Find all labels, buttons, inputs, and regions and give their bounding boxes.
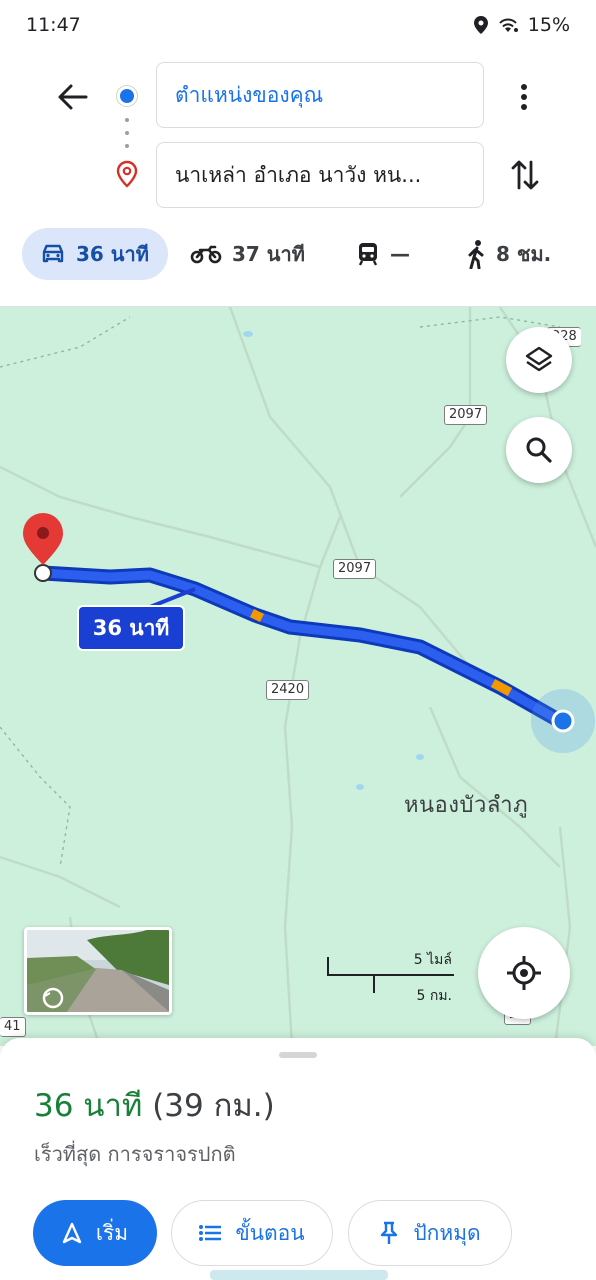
sheet-bottom-edge bbox=[210, 1270, 388, 1280]
map-scale: 5 ไมล์ 5 กม. bbox=[326, 947, 456, 1004]
road-shield: 2420 bbox=[266, 680, 310, 700]
battery-level: 15% bbox=[527, 14, 570, 36]
status-bar: 11:47 15% bbox=[0, 0, 596, 52]
car-icon bbox=[42, 244, 64, 263]
travel-mode-tabs: 36 นาที 37 นาที — 8 ชม. bbox=[0, 222, 596, 286]
walk-icon bbox=[468, 240, 484, 269]
my-location-icon bbox=[507, 956, 541, 990]
road-shield: 2097 bbox=[444, 405, 488, 425]
route-duration-callout[interactable]: 36 นาที bbox=[77, 605, 185, 651]
road-shield: 2097 bbox=[333, 559, 377, 579]
train-icon bbox=[358, 243, 378, 266]
destination-marker-icon bbox=[23, 513, 63, 565]
place-name-label: หนองบัวลำภู bbox=[404, 793, 529, 818]
swap-route-button[interactable] bbox=[502, 152, 548, 198]
destination-field[interactable]: นาเหล่า อำเภอ นาวัง หน... bbox=[156, 142, 484, 208]
route-description: เร็วที่สุด การจราจรปกติ bbox=[34, 1142, 236, 1166]
search-icon bbox=[526, 437, 552, 463]
arrow-back-icon bbox=[58, 84, 88, 110]
pin-button[interactable]: ปักหมุด bbox=[348, 1200, 512, 1266]
sheet-drag-handle[interactable] bbox=[279, 1052, 317, 1058]
route-duration: 36 นาที bbox=[34, 1088, 143, 1124]
route-header: ตำแหน่งของคุณ นาเหล่า อำเภอ นาวัง หน... bbox=[0, 52, 596, 212]
current-location-dot bbox=[551, 709, 575, 733]
back-button[interactable] bbox=[50, 74, 96, 120]
scale-miles-label: 5 ไมล์ bbox=[413, 952, 452, 968]
street-view-thumbnail[interactable] bbox=[24, 927, 172, 1015]
start-button-label: เริ่ม bbox=[95, 1220, 129, 1245]
map-view[interactable]: 2097 2097 2420 228 41 22 หนองบัวลำภู 36 … bbox=[0, 306, 596, 1046]
connector-dots bbox=[125, 118, 129, 148]
route-summary: 36 นาที (39 กม.) bbox=[34, 1080, 275, 1130]
swap-vert-icon bbox=[511, 160, 539, 190]
tab-transit[interactable]: — bbox=[356, 228, 410, 280]
route-summary-sheet: 36 นาที (39 กม.) เร็วที่สุด การจราจรปกติ… bbox=[0, 1038, 596, 1280]
tab-walk-label: 8 ชม. bbox=[496, 242, 552, 266]
list-icon bbox=[199, 1225, 222, 1241]
more-options-button[interactable] bbox=[506, 74, 542, 120]
origin-field[interactable]: ตำแหน่งของคุณ bbox=[156, 62, 484, 128]
my-location-button[interactable] bbox=[478, 927, 570, 1019]
steps-button[interactable]: ขั้นตอน bbox=[171, 1200, 333, 1266]
layers-button[interactable] bbox=[506, 327, 572, 393]
more-vert-icon bbox=[521, 84, 527, 110]
location-icon bbox=[473, 16, 488, 34]
destination-dot bbox=[34, 564, 52, 582]
pin-button-label: ปักหมุด bbox=[413, 1220, 481, 1245]
route-distance: (39 กม.) bbox=[152, 1088, 275, 1124]
destination-pin-icon bbox=[114, 160, 140, 192]
wifi-icon bbox=[496, 16, 520, 34]
road-shield: 41 bbox=[0, 1017, 26, 1037]
steps-button-label: ขั้นตอน bbox=[235, 1220, 305, 1245]
start-button[interactable]: เริ่ม bbox=[33, 1200, 157, 1266]
traffic-segment bbox=[249, 608, 265, 623]
scale-km-label: 5 กม. bbox=[416, 988, 452, 1004]
navigation-arrow-icon bbox=[62, 1222, 82, 1244]
tab-motorcycle[interactable]: 37 นาที bbox=[190, 228, 305, 280]
pin-icon bbox=[381, 1221, 398, 1244]
tab-motorcycle-label: 37 นาที bbox=[232, 242, 305, 266]
tab-drive-label: 36 นาที bbox=[76, 242, 149, 266]
motorcycle-icon bbox=[190, 245, 222, 264]
origin-dot-icon bbox=[117, 86, 137, 106]
district-borders bbox=[0, 316, 561, 868]
layers-icon bbox=[525, 346, 553, 372]
tab-drive[interactable]: 36 นาที bbox=[22, 228, 168, 280]
status-icons: 15% bbox=[473, 14, 570, 36]
search-along-route-button[interactable] bbox=[506, 417, 572, 483]
tab-transit-label: — bbox=[390, 242, 410, 266]
status-time: 11:47 bbox=[26, 14, 81, 36]
tab-walk[interactable]: 8 ชม. bbox=[466, 228, 551, 280]
